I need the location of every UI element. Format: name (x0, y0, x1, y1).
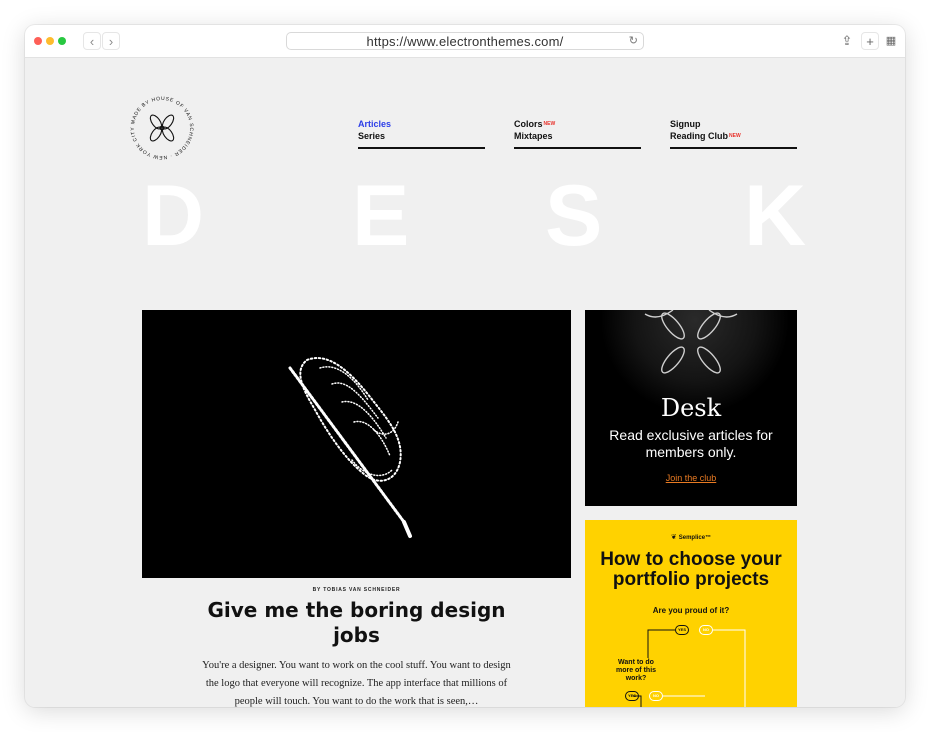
nav-link-mixtapes[interactable]: Mixtapes (514, 130, 641, 142)
browser-window: ‹ › https://www.electronthemes.com/ ↻ ⇪ … (25, 25, 905, 707)
browser-toolbar: ‹ › https://www.electronthemes.com/ ↻ ⇪ … (25, 25, 905, 58)
nav-group-articles: Articles Series (358, 118, 485, 149)
nav-link-reading-club-label: Reading Club (670, 131, 728, 141)
semplice-ad-card[interactable]: ❦ Semplice™ How to choose your portfolio … (585, 520, 797, 707)
svg-text:MADE BY HOUSE OF VAN SCHNEIDER: MADE BY HOUSE OF VAN SCHNEIDER · NEW YOR… (130, 96, 194, 160)
new-tab-icon[interactable]: + (861, 32, 879, 50)
desk-emblem-icon (644, 310, 738, 374)
nav-link-colors[interactable]: ColorsNEW (514, 118, 641, 130)
promo-brand: Desk (660, 394, 722, 422)
new-badge: NEW (543, 121, 556, 127)
article-byline[interactable]: BY TOBIAS VAN SCHNEIDER (142, 587, 571, 593)
flow-question-2: Want to do more of this work? (615, 659, 657, 682)
close-window-button[interactable] (34, 37, 42, 45)
forward-icon[interactable]: › (102, 32, 120, 50)
nav-group-colors: ColorsNEW Mixtapes (514, 118, 641, 149)
nav-link-articles[interactable]: Articles (358, 118, 485, 130)
logo-text: MADE BY HOUSE OF VAN SCHNEIDER · NEW YOR… (130, 96, 193, 160)
page-content: MADE BY HOUSE OF VAN SCHNEIDER · NEW YOR… (30, 63, 905, 707)
yes-pill: YES (675, 625, 689, 635)
house-of-van-schneider-logo[interactable]: MADE BY HOUSE OF VAN SCHNEIDER · NEW YOR… (126, 92, 198, 164)
yes-pill: YES (625, 691, 639, 701)
masthead-letter: K (744, 168, 807, 264)
minimize-window-button[interactable] (46, 37, 54, 45)
masthead-letter: E (352, 168, 410, 264)
hand-drawing-illustration (288, 357, 412, 538)
reload-icon[interactable]: ↻ (629, 34, 638, 47)
nav-link-series[interactable]: Series (358, 130, 485, 142)
no-pill: NO (649, 691, 663, 701)
masthead-letter: S (545, 168, 603, 264)
nav-link-signup[interactable]: Signup (670, 118, 797, 130)
nav-link-reading-club[interactable]: Reading ClubNEW (670, 130, 797, 142)
article-hero-image[interactable] (142, 310, 571, 578)
members-promo-card[interactable]: Desk Read exclusive articles for members… (585, 310, 797, 506)
back-icon[interactable]: ‹ (83, 32, 101, 50)
url-text: https://www.electronthemes.com/ (366, 34, 564, 49)
tab-overview-icon[interactable]: ▦ (883, 32, 899, 50)
article-title[interactable]: Give me the boring design jobs (200, 598, 513, 648)
address-bar[interactable]: https://www.electronthemes.com/ ↻ (286, 32, 644, 50)
join-club-link[interactable]: Join the club (585, 473, 797, 483)
new-badge: NEW (729, 133, 741, 139)
nav-group-signup: Signup Reading ClubNEW (670, 118, 797, 149)
article-excerpt: You're a designer. You want to work on t… (202, 660, 511, 707)
zoom-window-button[interactable] (58, 37, 66, 45)
share-icon[interactable]: ⇪ (839, 32, 855, 50)
promo-tagline: Read exclusive articles for members only… (609, 427, 773, 460)
nav-link-colors-label: Colors (514, 119, 543, 129)
no-pill: NO (699, 625, 713, 635)
masthead-letter: D (142, 168, 205, 264)
